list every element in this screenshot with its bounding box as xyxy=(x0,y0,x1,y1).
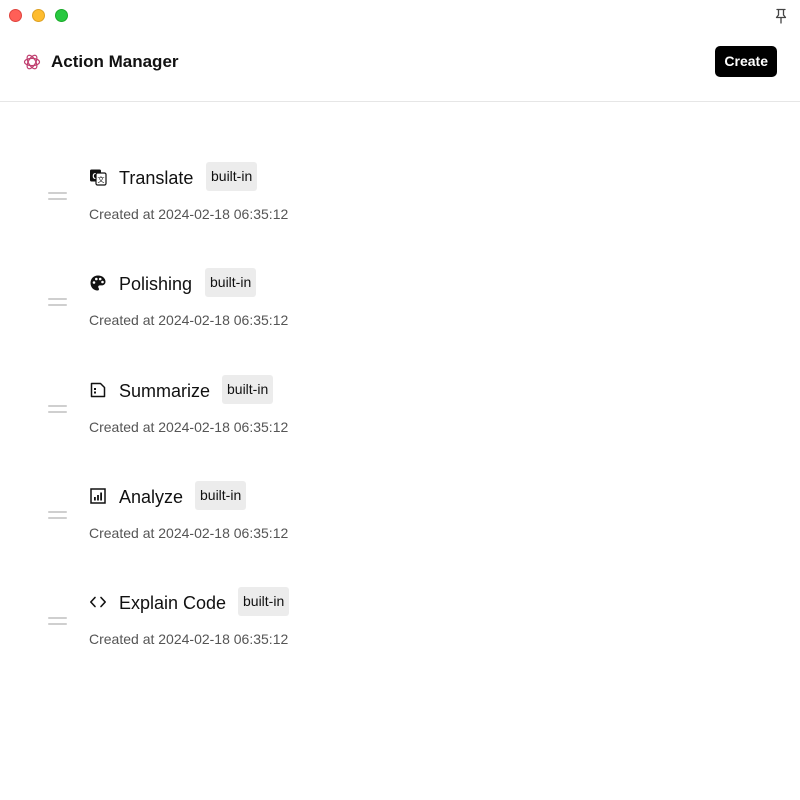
maximize-window-button[interactable] xyxy=(55,9,68,22)
close-window-button[interactable] xyxy=(9,9,22,22)
header: Action Manager Create xyxy=(0,32,800,102)
document-icon xyxy=(90,382,106,398)
action-name: Translate xyxy=(119,168,194,188)
built-in-badge: built-in xyxy=(195,481,247,510)
list-item[interactable]: G 文 Translate built-in Created at 2024-0… xyxy=(0,162,800,252)
drag-handle[interactable] xyxy=(48,511,67,520)
app-window: Action Manager Create G 文 Translate buil… xyxy=(0,0,800,800)
built-in-badge: built-in xyxy=(238,587,290,616)
chart-icon xyxy=(90,488,106,504)
created-at-text: Created at 2024-02-18 06:35:12 xyxy=(89,312,289,328)
action-name: Polishing xyxy=(119,274,193,294)
created-at-text: Created at 2024-02-18 06:35:12 xyxy=(89,525,289,541)
action-name: Explain Code xyxy=(119,593,227,613)
pin-icon[interactable] xyxy=(774,8,788,24)
drag-handle[interactable] xyxy=(48,192,67,201)
translate-icon: G 文 xyxy=(90,169,107,186)
code-icon xyxy=(90,596,106,608)
built-in-badge: built-in xyxy=(222,375,274,404)
title-bar xyxy=(0,0,800,32)
app-title: Action Manager xyxy=(51,52,179,71)
action-name: Summarize xyxy=(119,381,211,401)
built-in-badge: built-in xyxy=(206,162,258,191)
list-item[interactable]: Summarize built-in Created at 2024-02-18… xyxy=(0,374,800,464)
list-item[interactable]: Polishing built-in Created at 2024-02-18… xyxy=(0,268,800,358)
drag-handle[interactable] xyxy=(48,617,67,626)
created-at-text: Created at 2024-02-18 06:35:12 xyxy=(89,631,289,647)
list-item[interactable]: Explain Code built-in Created at 2024-02… xyxy=(0,586,800,676)
created-at-text: Created at 2024-02-18 06:35:12 xyxy=(89,206,289,222)
svg-text:文: 文 xyxy=(98,175,105,184)
openai-logo-icon xyxy=(23,54,41,70)
built-in-badge: built-in xyxy=(205,268,257,297)
drag-handle[interactable] xyxy=(48,405,67,414)
action-name: Analyze xyxy=(119,487,184,507)
drag-handle[interactable] xyxy=(48,298,67,307)
palette-icon xyxy=(90,275,106,291)
created-at-text: Created at 2024-02-18 06:35:12 xyxy=(89,419,289,435)
minimize-window-button[interactable] xyxy=(32,9,45,22)
create-button[interactable]: Create xyxy=(715,46,777,77)
list-item[interactable]: Analyze built-in Created at 2024-02-18 0… xyxy=(0,480,800,570)
